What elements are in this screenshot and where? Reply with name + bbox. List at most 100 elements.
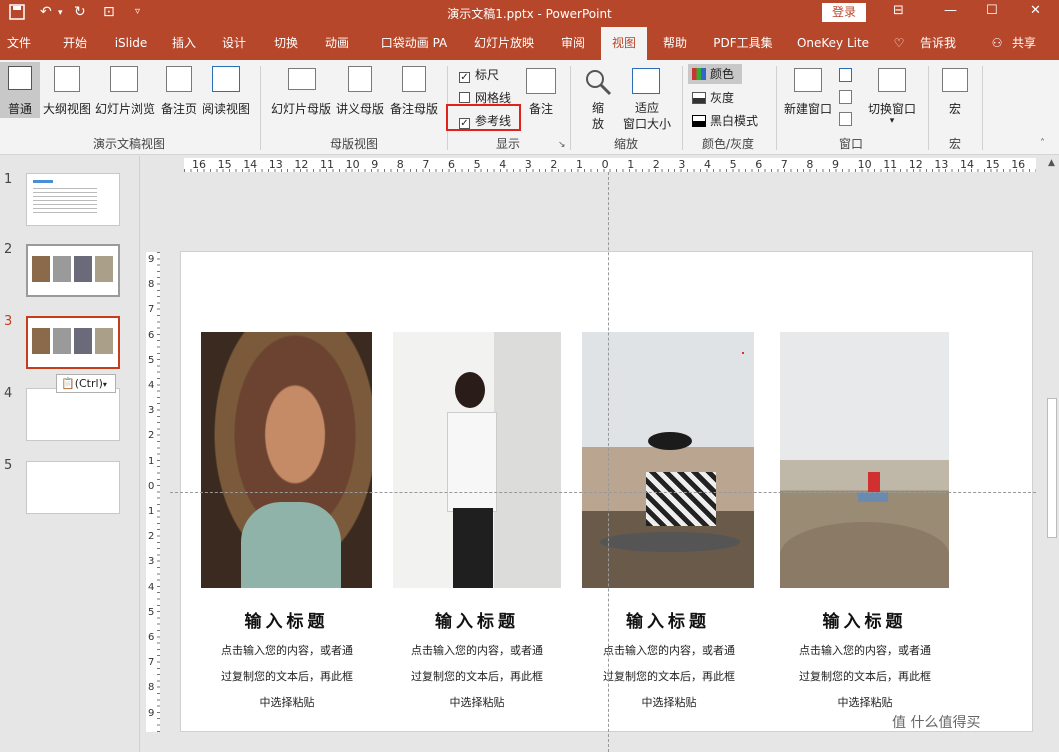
grayscale-icon (692, 92, 706, 104)
notes-master-icon (402, 66, 426, 92)
slide-number: 4 (4, 386, 13, 401)
photo-woman-on-rock[interactable] (780, 332, 949, 588)
login-button[interactable]: 登录 (822, 3, 866, 22)
ruler-tick-label: 5 (729, 158, 737, 171)
vertical-guide[interactable] (608, 172, 609, 752)
ribbon-display-icon[interactable]: ⊟ (893, 3, 904, 18)
new-window-button[interactable]: 新建窗口 (780, 62, 836, 118)
tab-design[interactable]: 设计 (214, 27, 254, 60)
ruler-tick-label: 16 (1011, 158, 1026, 171)
ruler-tick-label: 11 (320, 158, 334, 171)
ruler-tick-label: 15 (217, 158, 232, 171)
group-macros: 宏 (948, 137, 961, 151)
card-body[interactable]: 点击输入您的内容，或者通 过复制您的文本后，再此框 中选择粘贴 (198, 638, 376, 716)
paste-options-button[interactable]: 📋(Ctrl)▾ (56, 374, 116, 393)
slide-sorter-button[interactable]: 幻灯片浏览 (94, 62, 156, 118)
maximize-icon[interactable]: ☐ (986, 3, 998, 18)
card-title[interactable]: 输入标题 (393, 607, 561, 632)
slide-thumbnail-5[interactable] (26, 461, 120, 514)
ruler-tick-label: 9 (832, 158, 839, 171)
collapse-ribbon-icon[interactable]: ˄ (1040, 138, 1045, 149)
slide-master-button[interactable]: 幻灯片母版 (268, 62, 334, 118)
tab-onekey-lite[interactable]: OneKey Lite (794, 27, 872, 60)
thumb-heading (33, 180, 53, 183)
card-body[interactable]: 点击输入您的内容，或者通 过复制您的文本后，再此框 中选择粘贴 (390, 638, 564, 716)
ruler-tick-label: 8 (806, 158, 814, 171)
ruler-tick-label: 12 (294, 158, 309, 171)
group-show: 显示 (495, 137, 520, 151)
dialog-launcher-icon[interactable]: ↘ (558, 140, 566, 150)
horizontal-guide[interactable] (170, 492, 1036, 493)
minimize-icon[interactable]: — (944, 3, 957, 18)
tell-me-search[interactable]: 告诉我 (912, 27, 964, 60)
tab-transitions[interactable]: 切换 (266, 27, 306, 60)
photo-woman-long-hair[interactable] (201, 332, 372, 588)
card-title[interactable]: 输入标题 (780, 607, 949, 632)
tab-home[interactable]: 开始 (52, 27, 98, 60)
ruler-tick-label: 8 (148, 682, 155, 694)
ruler-check-icon: ✓ (459, 72, 470, 83)
card-title[interactable]: 输入标题 (201, 607, 372, 632)
move-split-icon[interactable] (839, 112, 852, 126)
handout-master-button[interactable]: 讲义母版 (334, 62, 386, 118)
tab-pdf-tools[interactable]: PDF工具集 (710, 27, 776, 60)
thumb-photo (53, 328, 71, 354)
card-body[interactable]: 点击输入您的内容，或者通 过复制您的文本后，再此框 中选择粘贴 (778, 638, 952, 716)
slide-thumbnail-4[interactable] (26, 388, 120, 441)
outline-view-button[interactable]: 大纲视图 (42, 62, 92, 118)
rock (780, 522, 949, 588)
ruler-tick-label: 16 (192, 158, 206, 171)
thumb-photo (74, 256, 92, 282)
macros-button[interactable]: 宏 (934, 62, 976, 118)
scrollbar-thumb[interactable] (1047, 398, 1057, 538)
color-button[interactable]: 颜色 (688, 64, 742, 84)
notes-master-button[interactable]: 备注母版 (388, 62, 440, 118)
ruler-tick-label: 8 (396, 158, 404, 171)
switch-window-button[interactable]: 切换窗口 ▾ (862, 62, 922, 132)
slide-thumbnail-3[interactable] (26, 316, 120, 369)
tab-pocket-animation[interactable]: 口袋动画 PA (376, 27, 452, 60)
watermark: 值 什么值得买 (892, 715, 981, 731)
thumb-photo (95, 256, 113, 282)
vertical-scrollbar[interactable]: ▲ (1045, 158, 1059, 752)
arrange-all-icon[interactable] (839, 68, 852, 82)
ruler-tick-label: 1 (576, 158, 583, 171)
ruler-tick-label: 11 (883, 158, 898, 171)
clipboard-icon: 📋 (61, 377, 75, 390)
group-zoom: 缩放 (613, 137, 638, 151)
ruler-tick-label: 5 (148, 606, 155, 618)
notes-label: 备注 (528, 102, 553, 116)
ruler-checkbox[interactable]: ✓ 标尺 (459, 66, 499, 83)
ruler-tick-label: 9 (148, 254, 155, 265)
tab-file[interactable]: 文件 (0, 27, 38, 60)
tab-slideshow[interactable]: 幻灯片放映 (470, 27, 538, 60)
ribbon-tabs: 文件 开始 iSlide 插入 设计 切换 动画 口袋动画 PA 幻灯片放映 审… (0, 27, 1059, 60)
photo-woman-white-jacket[interactable] (393, 332, 561, 588)
tab-animations[interactable]: 动画 (316, 27, 358, 60)
hair (455, 372, 485, 408)
black-white-button[interactable]: 黑白模式 (688, 111, 768, 131)
ruler-tick-label: 4 (148, 581, 155, 593)
tab-insert[interactable]: 插入 (164, 27, 204, 60)
tab-view[interactable]: 视图 (601, 27, 647, 60)
slide-thumbnail-1[interactable] (26, 173, 120, 226)
normal-view-icon (8, 66, 32, 90)
notes-page-button[interactable]: 备注页 (158, 62, 200, 118)
ruler-tick-label: 2 (652, 158, 660, 171)
scroll-up-icon[interactable]: ▲ (1048, 158, 1055, 168)
reading-view-button[interactable]: 阅读视图 (200, 62, 252, 118)
tab-help[interactable]: 帮助 (656, 27, 694, 60)
close-icon[interactable]: ✕ (1030, 3, 1041, 18)
card-body[interactable]: 点击输入您的内容，或者通 过复制您的文本后，再此框 中选择粘贴 (580, 638, 758, 716)
tab-review[interactable]: 审阅 (554, 27, 592, 60)
grayscale-button[interactable]: 灰度 (688, 88, 748, 108)
notes-button[interactable]: 备注 (522, 62, 560, 118)
group-presentation-views: 演示文稿视图 (92, 137, 165, 151)
share-button[interactable]: 共享 (1006, 27, 1042, 60)
fit-to-window-button[interactable]: 适应 窗口大小 (620, 62, 674, 132)
normal-view-button[interactable]: 普通 (0, 62, 40, 118)
tab-islide[interactable]: iSlide (110, 27, 152, 60)
zoom-button[interactable]: 缩放 (578, 62, 618, 132)
cascade-icon[interactable] (839, 90, 852, 104)
slide-thumbnail-2[interactable] (26, 244, 120, 297)
